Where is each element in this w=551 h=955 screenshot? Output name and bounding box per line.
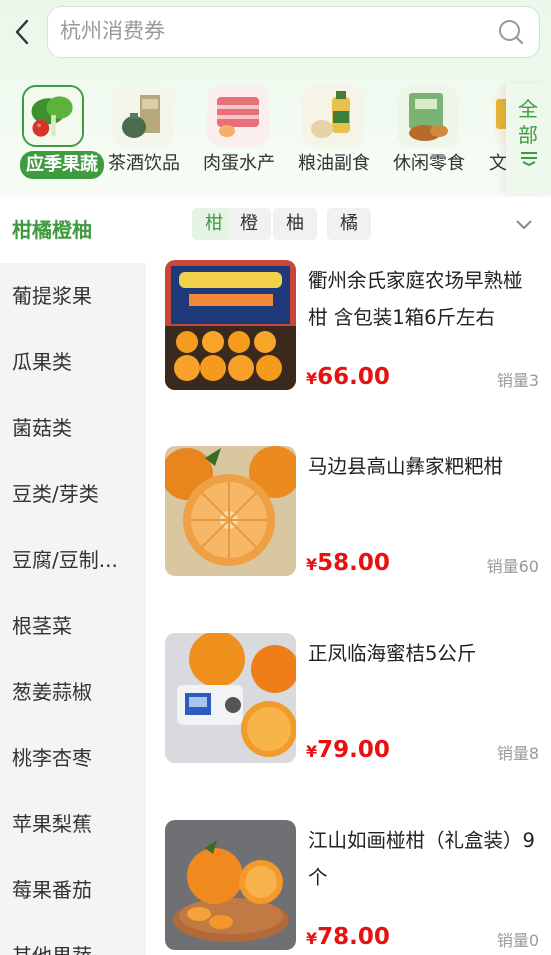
meat-icon <box>207 85 269 147</box>
product-image <box>165 820 296 950</box>
product-price: ¥78.00 <box>306 924 390 950</box>
oil-icon <box>302 85 364 147</box>
product-price: ¥66.00 <box>306 364 390 390</box>
product-sales: 销量8 <box>496 744 539 763</box>
chevron-left-icon <box>15 19 29 45</box>
category-label: 粮油副食 <box>298 153 370 174</box>
product-title: 马边县高山彝家粑粑柑 <box>308 455 504 478</box>
search-input[interactable]: 杭州消费券 <box>47 6 540 58</box>
filter-chip-cheng[interactable]: 橙 <box>227 208 271 240</box>
category-tea-wine[interactable]: 茶酒饮品 <box>98 82 190 182</box>
product-image <box>165 446 296 576</box>
stationery-icon <box>494 85 506 147</box>
chevron-down-icon[interactable] <box>514 217 534 231</box>
category-grain-oil[interactable]: 粮油副食 <box>288 82 380 182</box>
all-label: 全 部 <box>518 97 538 147</box>
sidebar-item-melons[interactable]: 瓜果类 <box>0 329 146 395</box>
sidebar-item-mushrooms[interactable]: 菌菇类 <box>0 395 146 461</box>
category-label: 肉蛋水产 <box>203 153 275 174</box>
sidebar-item-tofu[interactable]: 豆腐/豆制... <box>0 527 146 593</box>
sidebar-item-berries-tomato[interactable]: 莓果番茄 <box>0 857 146 923</box>
category-label: 茶酒饮品 <box>108 153 180 174</box>
all-categories-button[interactable]: 全 部 <box>506 84 551 194</box>
menu-lines-icon <box>521 152 537 166</box>
category-label: 文 <box>489 153 506 174</box>
product-card[interactable]: 衢州余氏家庭农场早熟椪柑 含包装1箱6斤左右 ¥66.00 销量3 <box>146 260 551 392</box>
category-label: 休闲零食 <box>393 153 465 174</box>
product-list-area: 柑 橙 柚 橘 衢州余氏家庭农场早熟椪柑 含包装1箱6斤左右 ¥66.00 销量… <box>146 197 551 955</box>
search-icon[interactable] <box>497 18 525 46</box>
category-meat-eggs[interactable]: 肉蛋水产 <box>193 82 285 182</box>
top-area: 杭州消费券 应季果蔬 茶酒饮品 肉蛋水产 粮油副食 休闲零食 文 全 部 <box>0 0 551 197</box>
category-row: 应季果蔬 茶酒饮品 肉蛋水产 粮油副食 休闲零食 文 <box>0 82 506 182</box>
sidebar-item-citrus[interactable]: 柑橘橙柚 <box>0 197 146 263</box>
product-card[interactable]: 正凤临海蜜桔5公斤 ¥79.00 销量8 <box>146 633 551 765</box>
product-price: ¥58.00 <box>306 550 390 576</box>
category-partial[interactable]: 文 <box>476 82 506 182</box>
category-label: 应季果蔬 <box>20 151 104 179</box>
product-card[interactable]: 马边县高山彝家粑粑柑 ¥58.00 销量60 <box>146 446 551 578</box>
sidebar: 柑橘橙柚 葡提浆果 瓜果类 菌菇类 豆类/芽类 豆腐/豆制... 根茎菜 葱姜蒜… <box>0 197 146 955</box>
search-placeholder: 杭州消费券 <box>60 19 165 43</box>
tea-icon <box>112 85 174 147</box>
product-image <box>165 633 296 763</box>
filter-chip-ju[interactable]: 橘 <box>327 208 371 240</box>
product-title: 江山如画椪柑（礼盒装）9个 <box>308 829 535 889</box>
sidebar-item-onion-ginger-garlic[interactable]: 葱姜蒜椒 <box>0 659 146 725</box>
product-card[interactable]: 江山如画椪柑（礼盒装）9个 ¥78.00 销量0 <box>146 820 551 952</box>
sidebar-item-grapes-berries[interactable]: 葡提浆果 <box>0 263 146 329</box>
product-image <box>165 260 296 390</box>
sidebar-item-root-vegetables[interactable]: 根茎菜 <box>0 593 146 659</box>
product-sales: 销量0 <box>496 931 539 950</box>
product-sales: 销量3 <box>496 371 539 390</box>
product-sales: 销量60 <box>486 557 539 576</box>
category-snacks[interactable]: 休闲零食 <box>383 82 475 182</box>
product-price: ¥79.00 <box>306 737 390 763</box>
sidebar-item-beans-sprouts[interactable]: 豆类/芽类 <box>0 461 146 527</box>
vegetables-icon <box>22 85 84 147</box>
filter-chip-you[interactable]: 柚 <box>273 208 317 240</box>
product-title: 正凤临海蜜桔5公斤 <box>308 642 477 665</box>
product-title: 衢州余氏家庭农场早熟椪柑 含包装1箱6斤左右 <box>308 269 523 329</box>
sidebar-item-other-produce[interactable]: 其他果蔬 <box>0 923 146 955</box>
category-seasonal-produce[interactable]: 应季果蔬 <box>8 82 104 182</box>
sidebar-item-stone-fruits[interactable]: 桃李杏枣 <box>0 725 146 791</box>
sidebar-item-apple-pear-banana[interactable]: 苹果梨蕉 <box>0 791 146 857</box>
back-button[interactable] <box>8 14 36 50</box>
snack-icon <box>397 85 459 147</box>
